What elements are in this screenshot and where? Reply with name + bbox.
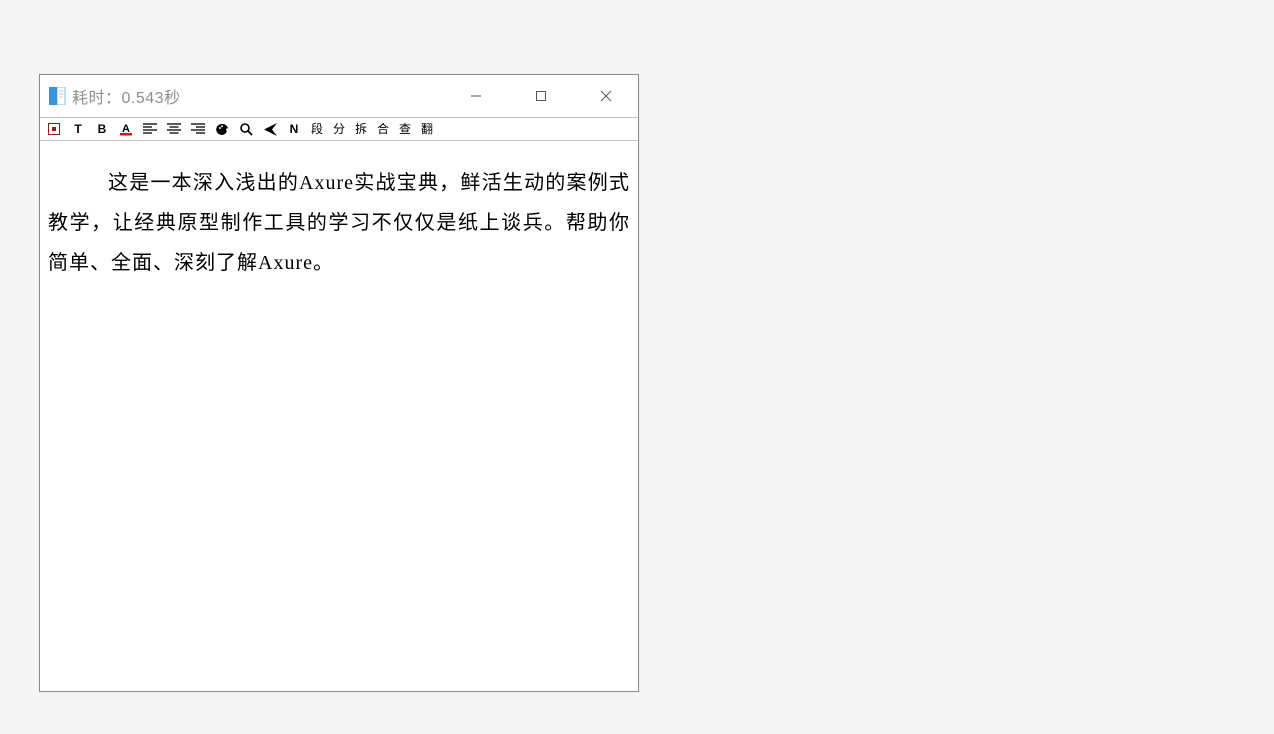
palette-icon[interactable]	[214, 121, 230, 137]
app-window: 耗时：0.543秒 T B A	[39, 74, 639, 692]
align-left-button[interactable]	[142, 121, 158, 137]
normal-button[interactable]: N	[286, 121, 302, 137]
toolbar: T B A N 段 分 拆 合 查 翻	[40, 117, 638, 141]
text-tool-button[interactable]: T	[70, 121, 86, 137]
align-center-button[interactable]	[166, 121, 182, 137]
send-icon[interactable]	[262, 121, 278, 137]
bold-button[interactable]: B	[94, 121, 110, 137]
align-right-button[interactable]	[190, 121, 206, 137]
paragraph-button[interactable]: 段	[310, 121, 324, 137]
close-button[interactable]	[573, 75, 638, 117]
maximize-button[interactable]	[508, 75, 573, 117]
titlebar[interactable]: 耗时：0.543秒	[40, 75, 638, 117]
tear-button[interactable]: 拆	[354, 121, 368, 137]
check-button[interactable]: 查	[398, 121, 412, 137]
minimize-button[interactable]	[443, 75, 508, 117]
content-area[interactable]: 这是一本深入浅出的Axure实战宝典，鲜活生动的案例式教学，让经典原型制作工具的…	[40, 141, 638, 691]
app-icon	[48, 87, 66, 105]
font-color-button[interactable]: A	[118, 121, 134, 137]
window-title: 耗时：0.543秒	[72, 84, 181, 108]
split-button[interactable]: 分	[332, 121, 346, 137]
merge-button[interactable]: 合	[376, 121, 390, 137]
stop-icon[interactable]	[46, 121, 62, 137]
paragraph-text[interactable]: 这是一本深入浅出的Axure实战宝典，鲜活生动的案例式教学，让经典原型制作工具的…	[48, 163, 630, 283]
translate-button[interactable]: 翻	[420, 121, 434, 137]
search-icon[interactable]	[238, 121, 254, 137]
